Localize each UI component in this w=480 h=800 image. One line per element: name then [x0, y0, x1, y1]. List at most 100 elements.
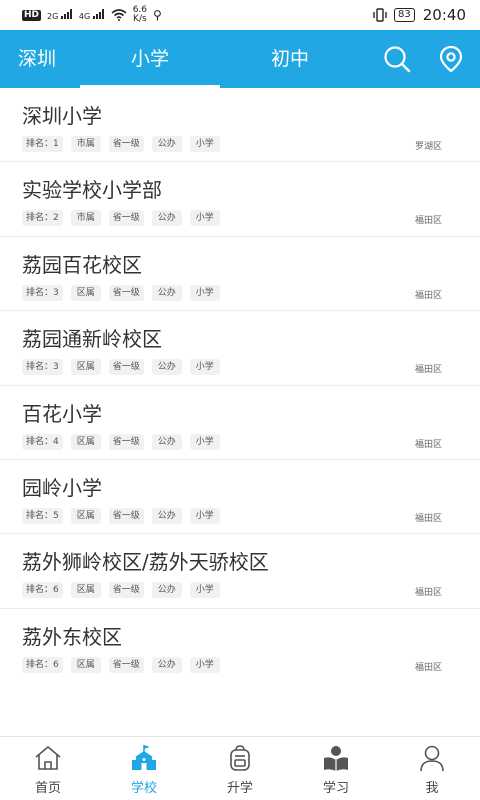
grade-tag: 省一级: [108, 656, 144, 673]
rank-tag: 排名：4: [22, 433, 63, 450]
battery-icon: 83: [394, 8, 415, 22]
stage-tag: 小学: [189, 507, 220, 524]
grade-tag: 省一级: [108, 359, 144, 376]
grade-tag: 省一级: [108, 284, 144, 301]
district-label: 福田区: [414, 662, 442, 673]
city-selector[interactable]: 深圳: [18, 30, 62, 88]
location-button[interactable]: [436, 44, 466, 74]
network-2g-label: 2G: [47, 12, 59, 21]
school-name: 园岭小学: [22, 475, 102, 500]
level-tag: 市属: [70, 136, 101, 152]
tag-row: 排名：4 区属 省一级 公办 小学: [22, 433, 220, 450]
vibrate-icon: [373, 8, 387, 22]
clock: 20:40: [422, 6, 466, 24]
tag-row: 排名：6 区属 省一级 公办 小学: [22, 582, 220, 599]
search-icon: [384, 46, 411, 73]
home-icon: [35, 746, 61, 770]
rank-tag: 排名：6: [22, 582, 63, 599]
rank-tag: 排名：3: [22, 284, 63, 301]
level-tag: 区属: [70, 507, 101, 524]
district-label: 福田区: [414, 588, 442, 599]
usb-icon: ⚲: [153, 8, 162, 22]
type-tag: 公办: [151, 284, 182, 301]
search-button[interactable]: [382, 44, 412, 74]
rank-tag: 排名：2: [22, 210, 63, 227]
rank-tag: 排名：3: [22, 359, 63, 376]
profile-icon: [420, 745, 444, 772]
stage-tag: 小学: [189, 656, 220, 673]
nav-admission[interactable]: 升学: [192, 737, 288, 800]
grade-tag: 省一级: [108, 433, 144, 450]
level-tag: 市属: [70, 210, 101, 227]
grade-tag: 省一级: [108, 210, 144, 227]
school-name: 深圳小学: [22, 104, 102, 128]
grade-tag: 省一级: [108, 507, 144, 524]
level-tag: 区属: [70, 582, 101, 599]
school-name: 荔外东校区: [22, 624, 122, 649]
network-4g-label: 4G: [78, 12, 91, 21]
district-label: 福田区: [414, 513, 442, 524]
rank-tag: 排名：1: [22, 136, 63, 152]
wifi-icon: [111, 9, 127, 21]
type-tag: 公办: [151, 582, 182, 599]
nav-label: 学习: [322, 781, 349, 796]
location-pin-icon: [439, 45, 463, 73]
district-label: 福田区: [414, 290, 442, 301]
type-tag: 公办: [151, 359, 182, 376]
stage-tag: 小学: [189, 582, 220, 599]
net-speed: 6.6 K/s: [133, 6, 147, 24]
tag-row: 排名：3 区属 省一级 公办 小学: [22, 359, 220, 376]
signal-4g-icon: 4G: [79, 9, 105, 21]
list-item[interactable]: 百花小学 排名：4 区属 省一级 公办 小学 福田区: [0, 386, 480, 460]
net-speed-unit: K/s: [133, 14, 147, 24]
tag-row: 排名：5 区属 省一级 公办 小学: [22, 507, 220, 524]
tab-middle-school[interactable]: 初中: [220, 30, 360, 88]
type-tag: 公办: [151, 136, 182, 152]
district-label: 福田区: [414, 439, 442, 450]
list-item[interactable]: 园岭小学 排名：5 区属 省一级 公办 小学 福田区: [0, 460, 480, 535]
nav-school[interactable]: 学校: [96, 737, 192, 800]
level-tag: 区属: [70, 433, 101, 450]
rank-tag: 排名：5: [22, 507, 63, 524]
stage-tag: 小学: [189, 210, 220, 227]
grade-tag: 省一级: [108, 136, 144, 152]
backpack-icon: [230, 745, 250, 771]
list-item[interactable]: 荔园百花校区 排名：3 区属 省一级 公办 小学 福田区: [0, 237, 480, 312]
type-tag: 公办: [151, 656, 182, 673]
list-item[interactable]: 荔外东校区 排名：6 区属 省一级 公办 小学 福田区: [0, 609, 480, 683]
nav-label: 我: [425, 781, 439, 796]
school-icon: [132, 745, 156, 770]
tab-primary-school[interactable]: 小学: [80, 30, 220, 88]
district-label: 福田区: [414, 216, 442, 227]
tag-row: 排名：1 市属 省一级 公办 小学: [22, 136, 220, 152]
status-left: HD 2G 4G 6.6 K/s ⚲: [22, 6, 162, 24]
list-item[interactable]: 实验学校小学部 排名：2 市属 省一级 公办 小学 福田区: [0, 162, 480, 237]
nav-profile[interactable]: 我: [384, 737, 480, 800]
school-name: 荔园百花校区: [22, 252, 142, 277]
reading-icon: [324, 746, 348, 771]
list-item[interactable]: 荔园通新岭校区 排名：3 区属 省一级 公办 小学 福田区: [0, 311, 480, 386]
grade-tag: 省一级: [108, 582, 144, 599]
list-item[interactable]: 深圳小学 排名：1 市属 省一级 公办 小学 罗湖区: [0, 88, 480, 163]
top-tab-bar: 深圳 小学 初中: [0, 30, 480, 88]
school-name: 百花小学: [22, 401, 102, 426]
tag-row: 排名：6 区属 省一级 公办 小学: [22, 656, 220, 673]
school-list: 深圳小学 排名：1 市属 省一级 公办 小学 罗湖区 实验学校小学部 排名：2 …: [0, 88, 480, 683]
stage-tag: 小学: [189, 359, 220, 376]
level-tag: 区属: [70, 284, 101, 301]
tag-row: 排名：3 区属 省一级 公办 小学: [22, 284, 220, 301]
district-label: 福田区: [414, 365, 442, 376]
stage-tag: 小学: [189, 136, 220, 152]
stage-tag: 小学: [189, 284, 220, 301]
school-name: 荔园通新岭校区: [22, 327, 162, 352]
level-tag: 区属: [70, 359, 101, 376]
hd-badge: HD: [22, 9, 42, 21]
nav-study[interactable]: 学习: [288, 737, 384, 800]
type-tag: 公办: [151, 210, 182, 227]
level-tag: 区属: [70, 656, 101, 673]
stage-tag: 小学: [189, 433, 220, 450]
status-bar: HD 2G 4G 6.6 K/s ⚲ 83 20:40: [0, 0, 480, 30]
school-name: 实验学校小学部: [22, 178, 162, 203]
nav-home[interactable]: 首页: [0, 737, 96, 800]
list-item[interactable]: 荔外狮岭校区/荔外天骄校区 排名：6 区属 省一级 公办 小学 福田区: [0, 534, 480, 609]
